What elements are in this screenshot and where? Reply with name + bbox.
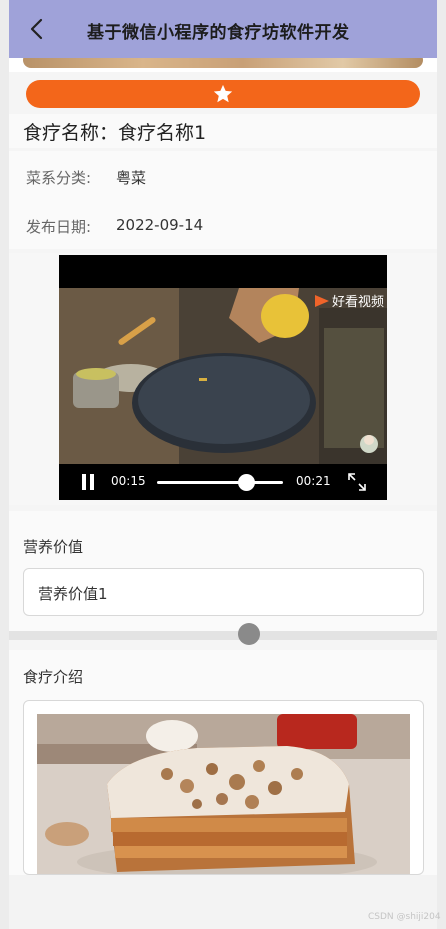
banner-image-strip bbox=[9, 52, 437, 72]
video-player[interactable]: 好看视频 00:15 00:21 bbox=[59, 255, 387, 500]
date-value: 2022-09-14 bbox=[116, 216, 204, 234]
pause-icon[interactable] bbox=[81, 474, 95, 490]
date-label: 发布日期: bbox=[26, 218, 92, 236]
video-progress-track[interactable] bbox=[157, 481, 283, 484]
video-source-text: 好看视频 bbox=[332, 295, 385, 310]
intro-content bbox=[23, 700, 424, 875]
video-progress-knob[interactable] bbox=[237, 474, 255, 491]
back-button[interactable] bbox=[21, 14, 51, 44]
video-current-time: 00:15 bbox=[111, 474, 146, 488]
star-icon bbox=[213, 84, 233, 103]
intro-label: 食疗介绍 bbox=[23, 668, 84, 686]
watermark: CSDN @shiji204 bbox=[368, 912, 441, 922]
fullscreen-icon[interactable] bbox=[347, 472, 367, 492]
favorite-button[interactable] bbox=[26, 80, 420, 108]
nav-bar: 基于微信小程序的食疗坊软件开发 bbox=[9, 0, 437, 58]
video-section: 好看视频 00:15 00:21 bbox=[9, 253, 437, 505]
food-info-section: 菜系分类: 粤菜 发布日期: 2022-09-14 bbox=[9, 151, 437, 249]
play-logo-icon bbox=[315, 295, 329, 307]
chevron-left-icon bbox=[30, 18, 43, 40]
phone-screen: 基于微信小程序的食疗坊软件开发 食疗名称：食疗名称1 菜系分类: 粤菜 发布日期… bbox=[9, 0, 437, 929]
video-controls: 00:15 00:21 bbox=[59, 464, 387, 500]
page-title: 基于微信小程序的食疗坊软件开发 bbox=[87, 23, 350, 43]
nutrition-field: 营养价值1 bbox=[23, 568, 424, 616]
video-source-logo: 好看视频 bbox=[315, 291, 384, 310]
cuisine-label: 菜系分类: bbox=[26, 169, 92, 187]
floating-dot[interactable] bbox=[238, 623, 260, 645]
section-divider bbox=[9, 631, 437, 640]
video-duration: 00:21 bbox=[296, 474, 331, 488]
food-name-label: 食疗名称： bbox=[23, 122, 119, 144]
nutrition-value: 营养价值1 bbox=[38, 585, 108, 603]
food-name-row: 食疗名称：食疗名称1 bbox=[9, 114, 437, 148]
nutrition-section: 营养价值 营养价值1 bbox=[9, 511, 437, 631]
intro-section: 食疗介绍 bbox=[9, 650, 437, 875]
food-name-value: 食疗名称1 bbox=[118, 122, 207, 144]
cuisine-value: 粤菜 bbox=[116, 169, 147, 187]
nutrition-label: 营养价值 bbox=[23, 538, 84, 556]
video-frame bbox=[59, 288, 387, 464]
intro-image bbox=[37, 714, 410, 874]
food-name: 食疗名称：食疗名称1 bbox=[23, 118, 206, 145]
